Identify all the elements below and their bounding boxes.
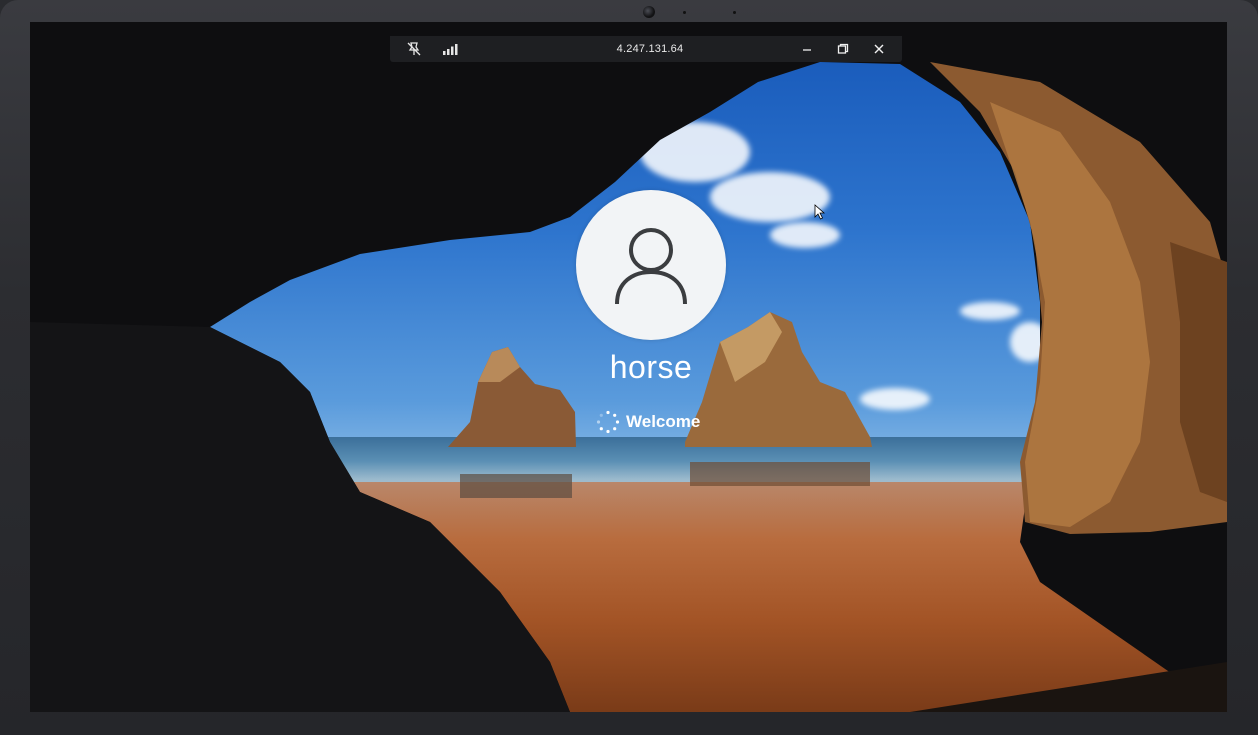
restore-icon[interactable] xyxy=(832,39,854,59)
login-status: Welcome xyxy=(596,409,700,435)
user-silhouette-icon xyxy=(615,228,687,305)
loading-spinner-icon xyxy=(596,410,620,434)
rdp-host-address: 4.247.131.64 xyxy=(616,43,684,55)
user-avatar xyxy=(576,190,726,340)
remote-desktop-screen: 4.247.131.64 horse Welcome xyxy=(30,22,1227,712)
unpin-icon[interactable] xyxy=(404,39,424,59)
status-text: Welcome xyxy=(626,412,701,431)
webcam-sensor xyxy=(683,11,686,14)
rdp-connection-bar: 4.247.131.64 xyxy=(390,36,902,62)
webcam xyxy=(643,6,655,18)
signal-strength-icon[interactable] xyxy=(440,39,460,59)
mouse-pointer-icon xyxy=(814,204,826,220)
minimize-icon[interactable] xyxy=(796,39,818,59)
username-label: horse xyxy=(609,349,693,385)
close-icon[interactable] xyxy=(868,39,890,59)
webcam-led xyxy=(733,11,736,14)
